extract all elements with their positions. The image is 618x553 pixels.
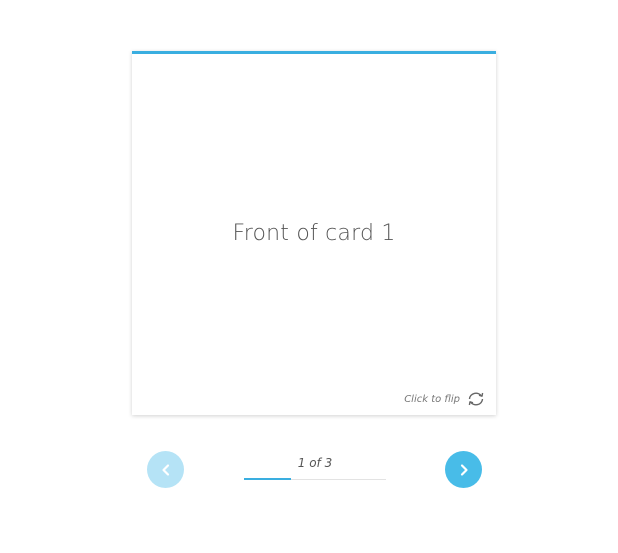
next-card-button[interactable] xyxy=(445,451,482,488)
flip-hint[interactable]: Click to flip xyxy=(404,391,486,407)
card-progress: 1 of 3 xyxy=(244,454,386,480)
previous-card-button[interactable] xyxy=(147,451,184,488)
flip-refresh-icon xyxy=(468,392,484,406)
card-front-text: Front of card 1 xyxy=(232,221,396,246)
chevron-left-icon xyxy=(161,463,169,476)
progress-text: 1 of 3 xyxy=(297,456,333,470)
progress-fill xyxy=(244,478,292,480)
flip-hint-label: Click to flip xyxy=(404,393,460,405)
chevron-right-icon xyxy=(460,463,468,476)
flashcard[interactable]: Front of card 1 Click to flip xyxy=(132,51,496,415)
